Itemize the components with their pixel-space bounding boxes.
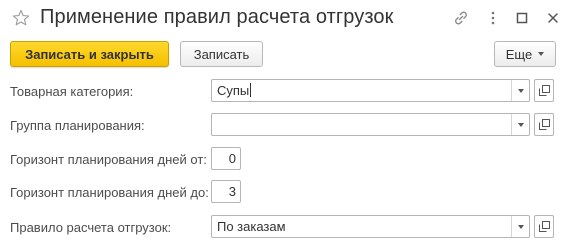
more-menu-button[interactable]: Еще bbox=[494, 41, 556, 67]
horizon-from-label: Горизонт планирования дней от: bbox=[10, 152, 207, 167]
open-icon bbox=[538, 221, 550, 232]
planning-group-label: Группа планирования: bbox=[10, 118, 145, 133]
shipment-rule-value: По заказам bbox=[217, 219, 286, 234]
link-icon[interactable] bbox=[452, 9, 470, 27]
planning-group-input[interactable] bbox=[211, 113, 530, 136]
open-icon bbox=[538, 85, 550, 96]
save-and-close-button[interactable]: Записать и закрыть bbox=[10, 41, 169, 67]
more-vertical-icon[interactable] bbox=[484, 9, 502, 27]
horizon-from-value: 0 bbox=[228, 151, 236, 166]
chevron-down-icon bbox=[538, 52, 545, 56]
horizon-from-input[interactable]: 0 bbox=[211, 147, 241, 170]
chevron-down-icon[interactable] bbox=[511, 80, 529, 101]
horizon-to-value: 3 bbox=[228, 184, 236, 199]
horizon-to-input[interactable]: 3 bbox=[211, 180, 241, 203]
maximize-icon[interactable] bbox=[513, 9, 531, 27]
page-title: Применение правил расчета отгрузок bbox=[40, 6, 394, 28]
shipment-rule-label: Правило расчета отгрузок: bbox=[10, 220, 172, 235]
shipment-rule-select[interactable]: По заказам bbox=[211, 215, 530, 238]
star-icon[interactable] bbox=[12, 9, 30, 27]
product-category-input[interactable]: Супы bbox=[211, 79, 530, 102]
open-planning-group-button[interactable] bbox=[534, 113, 554, 136]
save-label: Записать bbox=[193, 46, 250, 62]
product-category-label: Товарная категория: bbox=[10, 84, 134, 99]
chevron-down-icon[interactable] bbox=[511, 216, 529, 237]
open-icon bbox=[538, 119, 550, 130]
horizon-to-label: Горизонт планирования дней до: bbox=[10, 185, 209, 200]
save-and-close-label: Записать и закрыть bbox=[25, 46, 154, 62]
product-category-value: Супы bbox=[217, 83, 252, 98]
form-window: Применение правил расчета отгрузок Запис… bbox=[0, 0, 574, 250]
open-shipment-rule-button[interactable] bbox=[534, 215, 554, 238]
chevron-down-icon[interactable] bbox=[511, 114, 529, 135]
more-label: Еще bbox=[505, 46, 533, 62]
save-button[interactable]: Записать bbox=[180, 41, 263, 67]
close-icon[interactable] bbox=[544, 9, 562, 27]
open-product-category-button[interactable] bbox=[534, 79, 554, 102]
